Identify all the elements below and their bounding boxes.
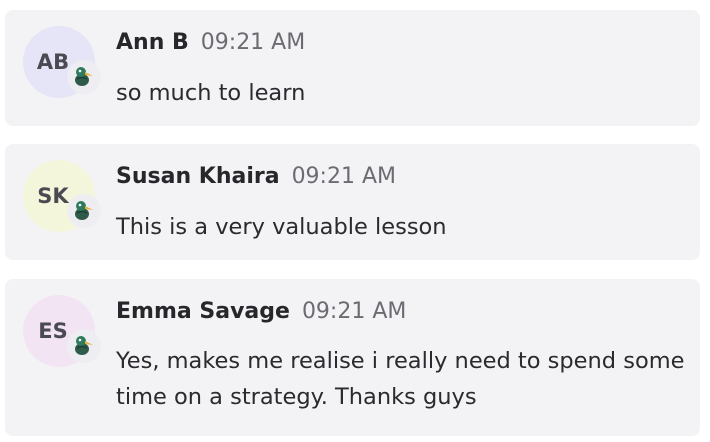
message-author[interactable]: Susan Khaira (116, 164, 280, 189)
message-author[interactable]: Emma Savage (116, 299, 290, 324)
avatar-initials: SK (37, 184, 69, 208)
duck-icon (67, 194, 101, 228)
avatar-initials: ES (38, 319, 68, 343)
message-text: Yes, makes me realise i really need to s… (116, 348, 685, 410)
message-card: SK Susan Khaira 09:21 AM This is a very … (5, 144, 700, 260)
message-timestamp: 09:21 AM (200, 30, 306, 55)
duck-icon (67, 60, 101, 94)
avatar-initials: AB (36, 50, 70, 74)
message-text: so much to learn (116, 80, 306, 106)
message-timestamp: 09:21 AM (301, 299, 407, 324)
duck-icon (67, 329, 101, 363)
message-card: AB Ann B 09:21 AM so much to learn (5, 10, 700, 126)
message-text: This is a very valuable lesson (116, 214, 447, 240)
message-card: ES Emma Savage 09:21 AM Yes, makes me re… (5, 279, 700, 436)
message-timestamp: 09:21 AM (291, 164, 396, 189)
message-author[interactable]: Ann B (116, 30, 189, 55)
